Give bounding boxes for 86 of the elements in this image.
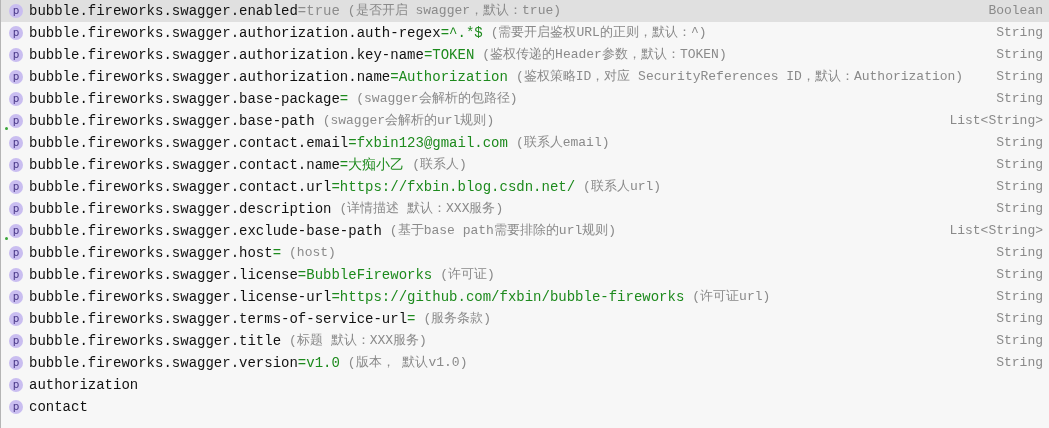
property-type: String [996, 90, 1043, 109]
property-description: (联系人) [412, 156, 467, 175]
property-type: String [996, 24, 1043, 43]
property-description: (联系人email) [515, 134, 610, 153]
property-key: bubble.fireworks.swagger.base-path [29, 110, 315, 132]
property-description: (swagger会解析的url规则) [322, 112, 495, 131]
property-icon: p [9, 290, 23, 304]
property-key: bubble.fireworks.swagger.contact.email [29, 132, 349, 154]
property-key: bubble.fireworks.swagger.enabled [29, 0, 298, 22]
property-value: =大痴小乙 [339, 155, 405, 175]
property-type: String [996, 244, 1043, 263]
property-value: =true [297, 1, 340, 21]
property-description: (鉴权策略ID，对应 SecurityReferences ID，默认：Authorization) [515, 68, 964, 87]
property-icon: p [9, 180, 23, 194]
property-icon: p [9, 26, 23, 40]
property-value: =https://github.com/fxbin/bubble-fireworks [331, 287, 685, 307]
property-description: (是否开启 swagger，默认：true) [347, 2, 562, 21]
property-type: String [996, 310, 1043, 329]
property-description: (许可证url) [692, 288, 771, 307]
property-key: bubble.fireworks.swagger.contact.name [29, 154, 340, 176]
property-type: String [996, 134, 1043, 153]
property-type: String [996, 288, 1043, 307]
property-key: bubble.fireworks.swagger.exclude-base-path [29, 220, 382, 242]
property-value: =BubbleFireworks [297, 265, 433, 285]
property-description: (基于base path需要排除的url规则) [389, 222, 617, 241]
property-key: bubble.fireworks.swagger.contact.url [29, 176, 332, 198]
property-description: (详情描述 默认：XXX服务) [339, 200, 504, 219]
property-description: (需要开启鉴权URL的正则，默认：^) [490, 24, 707, 43]
property-value: =v1.0 [297, 353, 340, 373]
property-icon: p [9, 268, 23, 282]
property-value: = [272, 243, 282, 263]
property-key: contact [29, 396, 88, 418]
property-key: authorization [29, 374, 139, 396]
property-type: String [996, 200, 1043, 219]
property-value: =fxbin123@gmail.com [348, 133, 508, 153]
property-description: (host) [289, 244, 336, 263]
property-key: bubble.fireworks.swagger.license [29, 264, 298, 286]
property-icon: p [9, 92, 23, 106]
property-key: bubble.fireworks.swagger.title [29, 330, 282, 352]
property-key: bubble.fireworks.swagger.authorization.name [29, 66, 391, 88]
property-icon: p [9, 224, 23, 238]
property-type: List<String> [949, 112, 1043, 131]
property-description: (许可证) [440, 266, 495, 285]
property-key: bubble.fireworks.swagger.version [29, 352, 298, 374]
property-icon: p [9, 312, 23, 326]
property-value: =TOKEN [423, 45, 475, 65]
property-icon: p [9, 136, 23, 150]
completion-item[interactable]: p bubble.fireworks.swagger.enabled=true (是否开启 swagger，默认：true) Boolean [1, 0, 1049, 22]
property-type: String [996, 68, 1043, 87]
property-icon: p [9, 158, 23, 172]
property-key: bubble.fireworks.swagger.base-package [29, 88, 340, 110]
property-description: (swagger会解析的包路径) [356, 90, 518, 109]
property-type: List<String> [949, 222, 1043, 241]
property-value: = [339, 89, 349, 109]
property-icon: p [9, 378, 23, 392]
property-type: String [996, 332, 1043, 351]
property-icon: p [9, 246, 23, 260]
property-type: String [996, 354, 1043, 373]
property-icon: p [9, 334, 23, 348]
property-type: String [996, 266, 1043, 285]
property-value: =https://fxbin.blog.csdn.net/ [331, 177, 576, 197]
property-icon: p [9, 114, 23, 128]
property-description: (标题 默认：XXX服务) [289, 332, 427, 351]
property-type: String [996, 156, 1043, 175]
property-icon: p [9, 70, 23, 84]
property-description: (联系人url) [583, 178, 662, 197]
property-key: bubble.fireworks.swagger.license-url [29, 286, 332, 308]
property-value: =Authorization [390, 67, 508, 87]
property-type: Boolean [988, 2, 1043, 21]
property-key: bubble.fireworks.swagger.terms-of-service-url [29, 308, 408, 330]
property-key: bubble.fireworks.swagger.authorization.key-name [29, 44, 424, 66]
property-icon: p [9, 4, 23, 18]
property-key: bubble.fireworks.swagger.description [29, 198, 332, 220]
property-type: String [996, 46, 1043, 65]
property-key: bubble.fireworks.swagger.authorization.auth-regex [29, 22, 441, 44]
property-type: String [996, 178, 1043, 197]
property-value: =^.*$ [440, 23, 483, 43]
property-icon: p [9, 400, 23, 414]
property-icon: p [9, 202, 23, 216]
property-icon: p [9, 48, 23, 62]
property-value: = [407, 309, 416, 329]
property-icon: p [9, 356, 23, 370]
property-description: (鉴权传递的Header参数，默认：TOKEN) [482, 46, 727, 65]
property-description: (版本， 默认v1.0) [347, 354, 468, 373]
property-description: (服务条款) [423, 310, 492, 329]
property-key: bubble.fireworks.swagger.host [29, 242, 273, 264]
